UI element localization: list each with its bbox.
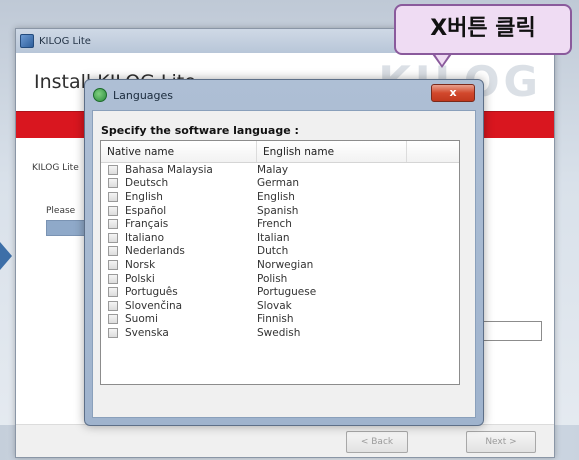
language-native-name: English [125,190,163,203]
language-row[interactable]: Español Spanish [101,204,459,218]
language-native-name: Suomi [125,313,158,326]
installer-description: KILOG Lite [32,163,79,173]
language-row[interactable]: Français French [101,217,459,231]
language-english-name: Italian [257,231,290,244]
language-row[interactable]: Svenska Swedish [101,326,459,340]
install-path-field[interactable] [476,321,542,341]
language-row[interactable]: Norsk Norwegian [101,258,459,272]
language-row[interactable]: Italiano Italian [101,231,459,245]
language-row[interactable]: Suomi Finnish [101,313,459,327]
language-checkbox[interactable] [108,219,118,230]
language-row[interactable]: Polski Polish [101,272,459,286]
language-native-name: Español [125,204,167,217]
language-english-name: Malay [257,163,289,176]
language-list-header: Native name English name [101,141,459,163]
language-english-name: Swedish [257,326,301,339]
language-row[interactable]: Nederlands Dutch [101,245,459,259]
dialog-instruction: Specify the software language : [101,124,299,137]
language-native-name: Svenska [125,326,169,339]
slide-arrow-decoration [0,242,12,270]
language-native-name: Deutsch [125,177,169,190]
language-english-name: French [257,218,292,231]
close-button[interactable]: x [431,84,475,102]
language-checkbox[interactable] [108,191,118,202]
language-native-name: Polski [125,272,155,285]
next-button[interactable]: Next > [466,431,536,453]
language-checkbox[interactable] [108,246,118,257]
language-list[interactable]: Native name English name Bahasa Malaysia… [100,140,460,385]
language-native-name: Português [125,286,178,299]
language-english-name: German [257,177,300,190]
language-native-name: Français [125,218,169,231]
installer-footer: < Back Next > [16,424,554,457]
language-native-name: Italiano [125,231,164,244]
installer-please-text: Please [46,206,76,216]
language-row[interactable]: English English [101,190,459,204]
language-english-name: Dutch [257,245,289,258]
language-checkbox[interactable] [108,273,118,284]
language-english-name: Portuguese [257,286,317,299]
language-checkbox[interactable] [108,205,118,216]
language-native-name: Norsk [125,258,156,271]
language-checkbox[interactable] [108,314,118,325]
language-row[interactable]: Bahasa Malaysia Malay [101,163,459,177]
column-header-spare [407,141,459,162]
app-icon [20,34,34,48]
languages-dialog: Languages x Specify the software languag… [84,79,484,426]
column-header-english[interactable]: English name [257,141,407,162]
language-english-name: Spanish [257,204,299,217]
column-header-native[interactable]: Native name [101,141,257,162]
language-row[interactable]: Deutsch German [101,177,459,191]
language-checkbox[interactable] [108,232,118,243]
language-row[interactable]: Português Portuguese [101,285,459,299]
dialog-titlebar[interactable]: Languages [85,80,483,110]
back-button[interactable]: < Back [346,431,408,453]
language-row[interactable]: Slovenčina Slovak [101,299,459,313]
language-english-name: Slovak [257,299,292,312]
language-english-name: Finnish [257,313,294,326]
language-native-name: Nederlands [125,245,185,258]
language-native-name: Slovenčina [125,299,183,312]
language-checkbox[interactable] [108,327,118,338]
language-rows: Bahasa Malaysia Malay Deutsch German English… [101,163,459,340]
dialog-title: Languages [113,88,174,102]
language-checkbox[interactable] [108,164,118,175]
language-checkbox[interactable] [108,178,118,189]
language-english-name: Norwegian [257,258,314,271]
language-checkbox[interactable] [108,287,118,298]
installer-window-title: KILOG Lite [39,35,91,47]
language-checkbox[interactable] [108,300,118,311]
language-english-name: English [257,190,295,203]
globe-icon [93,88,107,102]
language-checkbox[interactable] [108,259,118,270]
callout-bubble: X버튼 클릭 [394,4,572,55]
language-english-name: Polish [257,272,288,285]
language-native-name: Bahasa Malaysia [125,163,213,176]
